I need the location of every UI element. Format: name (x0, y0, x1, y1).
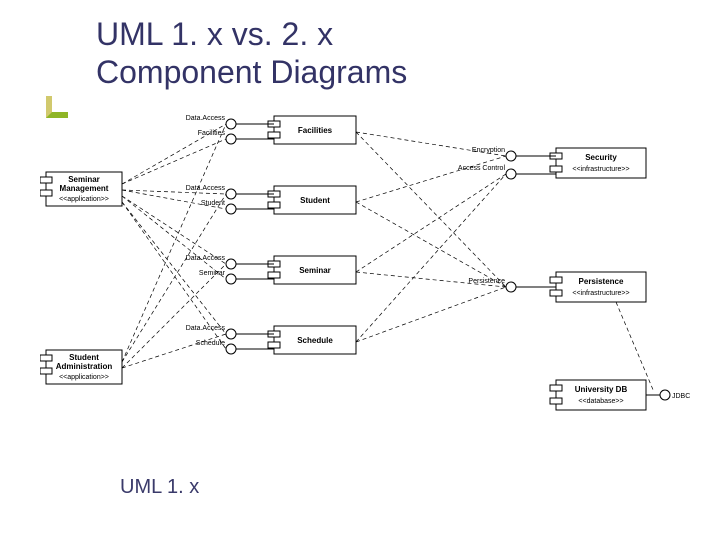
svg-text:<<database>>: <<database>> (578, 398, 623, 405)
dep-line (122, 202, 226, 334)
component-persistence: Persistence <<infrastructure>> Persisten… (468, 272, 646, 302)
svg-text:Data.Access: Data.Access (186, 255, 226, 262)
dep-line (356, 287, 506, 342)
svg-text:Management: Management (60, 184, 109, 193)
dep-line (616, 302, 654, 392)
svg-text:<<application>>: <<application>> (59, 196, 109, 203)
svg-text:University DB: University DB (575, 385, 628, 394)
component-schedule: Schedule Data.Access Schedule (186, 325, 356, 354)
svg-text:Student: Student (300, 196, 330, 205)
svg-text:Persistence: Persistence (468, 278, 505, 285)
svg-text:Facilities: Facilities (298, 126, 333, 135)
svg-text:<<infrastructure>>: <<infrastructure>> (572, 290, 629, 297)
dep-line (122, 139, 226, 184)
svg-text:Data.Access: Data.Access (186, 185, 226, 192)
component-seminar: Seminar Data.Access Seminar (186, 255, 356, 284)
svg-text:Security: Security (585, 153, 617, 162)
svg-text:Student: Student (69, 353, 99, 362)
component-student-administration: Student Administration <<application>> (40, 350, 122, 384)
component-seminar-management: Seminar Management <<application>> (40, 172, 122, 206)
svg-text:JDBC: JDBC (672, 393, 690, 400)
uml-diagram: Seminar Management <<application>> Stude… (40, 112, 700, 472)
svg-text:Data.Access: Data.Access (186, 325, 226, 332)
dep-line (356, 174, 506, 272)
svg-text:Student: Student (201, 200, 225, 207)
dep-line (356, 132, 506, 287)
svg-text:Schedule: Schedule (196, 340, 225, 347)
dep-line (356, 156, 506, 202)
svg-text:Administration: Administration (56, 362, 113, 371)
page-title: UML 1. x vs. 2. x Component Diagrams (96, 16, 407, 92)
component-security: Security <<infrastructure>> Encryption A… (458, 147, 646, 179)
dep-line (122, 264, 226, 368)
svg-text:Facilities: Facilities (198, 130, 226, 137)
svg-text:Data.Access: Data.Access (186, 115, 226, 122)
svg-text:Schedule: Schedule (297, 336, 333, 345)
svg-text:<<infrastructure>>: <<infrastructure>> (572, 166, 629, 173)
component-student: Student Data.Access Student (186, 185, 356, 214)
dep-line (122, 194, 226, 362)
svg-text:Seminar: Seminar (68, 175, 100, 184)
dep-line (122, 196, 226, 279)
component-facilities: Facilities Data.Access Facilities (186, 115, 356, 144)
component-universitydb: University DB <<database>> JDBC (550, 380, 690, 410)
title-line-1: UML 1. x vs. 2. x (96, 16, 333, 52)
caption-label: UML 1. x (120, 476, 199, 499)
svg-text:Seminar: Seminar (299, 266, 331, 275)
svg-text:<<application>>: <<application>> (59, 374, 109, 381)
dep-line (356, 174, 506, 342)
title-line-2: Component Diagrams (96, 54, 407, 90)
svg-text:Persistence: Persistence (579, 277, 624, 286)
svg-text:Encryption: Encryption (472, 147, 505, 154)
svg-text:Seminar: Seminar (199, 270, 226, 277)
svg-text:Access Control: Access Control (458, 165, 506, 172)
